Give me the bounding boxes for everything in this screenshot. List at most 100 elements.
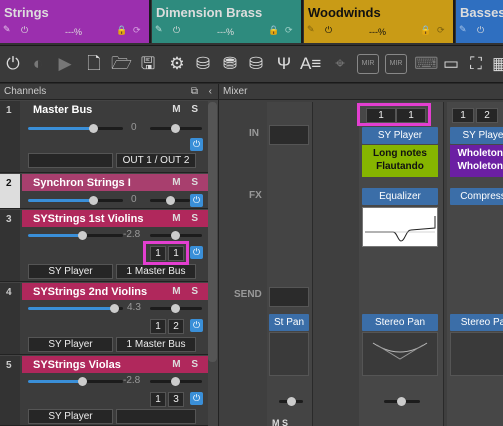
- channel-violas[interactable]: 5 SYStrings Violas M S -2.8 1 3 ⏻ SY Pla…: [0, 356, 208, 426]
- channel-synchron-strings[interactable]: 2 Synchron Strings I M S 0 ⏻: [0, 174, 208, 209]
- volume-slider[interactable]: [28, 377, 123, 386]
- output-field[interactable]: OUT 1 / OUT 2: [116, 153, 196, 168]
- insert-slot[interactable]: [28, 153, 113, 168]
- back-icon[interactable]: ◐: [28, 54, 48, 74]
- lock-icon[interactable]: 🔒: [116, 25, 127, 36]
- pan-slider[interactable]: [150, 304, 202, 313]
- mute-solo[interactable]: M S: [172, 177, 202, 188]
- mir-icon[interactable]: MIR: [357, 54, 379, 74]
- tab-label: Woodwinds: [308, 5, 381, 20]
- mir-x-icon[interactable]: MIR: [385, 54, 407, 74]
- input-1[interactable]: 1: [150, 392, 166, 407]
- player-field[interactable]: SY Player: [28, 409, 113, 424]
- volume-slider[interactable]: [28, 304, 123, 313]
- power-icon[interactable]: ⏻: [190, 246, 203, 259]
- mixer-strip-2: 1 2 SY Playe Wholetone Wholetone Compress…: [447, 102, 503, 426]
- input-1[interactable]: 1: [452, 108, 474, 123]
- fx-label: FX: [249, 190, 262, 201]
- channels-panel: Channels ⧉ ‹ 1 Master Bus M S 0 OUT 1 / …: [0, 84, 218, 426]
- window-icon[interactable]: ▭: [441, 54, 461, 74]
- tab-dimension-brass[interactable]: Dimension Brass ✎ ⏻ ---% 🔒 ⟳: [152, 0, 303, 43]
- new-file-icon[interactable]: 🗋: [84, 54, 104, 74]
- st-pan-knob[interactable]: [269, 332, 309, 376]
- text-a-icon[interactable]: A≡: [300, 54, 321, 74]
- input-2[interactable]: 2: [168, 319, 184, 334]
- pan-slider[interactable]: [150, 231, 202, 240]
- fx-slot[interactable]: Equalizer: [362, 188, 438, 205]
- highlight-box: [357, 103, 431, 126]
- plugin-slot[interactable]: SY Player: [362, 127, 438, 144]
- wrench-icon: ✎: [3, 24, 11, 34]
- bus-field[interactable]: 1 Master Bus: [116, 337, 196, 352]
- power-icon[interactable]: ⏻: [477, 25, 484, 36]
- pan-slot[interactable]: Stereo Pan: [362, 314, 438, 331]
- pan-slider[interactable]: [150, 124, 202, 133]
- db-stack-icon[interactable]: ⛃: [220, 54, 240, 74]
- tuning-fork-icon[interactable]: Ψ: [274, 54, 294, 74]
- mute-solo[interactable]: M S: [172, 104, 202, 115]
- tab-strings[interactable]: Strings ✎ ⏻ ---% 🔒 ⟳: [0, 0, 151, 43]
- play-icon[interactable]: ▶: [55, 54, 75, 74]
- input-slot[interactable]: [269, 125, 309, 145]
- channel-master-bus[interactable]: 1 Master Bus M S 0 OUT 1 / OUT 2 ⏻: [0, 101, 208, 173]
- grid-icon[interactable]: ▦: [490, 54, 503, 74]
- lock-icon[interactable]: 🔒: [268, 25, 279, 36]
- stereo-pan-knob[interactable]: [362, 332, 438, 376]
- power-icon[interactable]: ⏻: [3, 54, 23, 74]
- power-icon[interactable]: ⏻: [190, 319, 203, 332]
- collapse-icon[interactable]: ‹: [209, 84, 212, 100]
- stereo-pan-knob[interactable]: [450, 332, 503, 376]
- input-2[interactable]: 2: [476, 108, 498, 123]
- channel-2nd-violins[interactable]: 4 SYStrings 2nd Violins M S 4.3 1 2 ⏻ SY…: [0, 283, 208, 355]
- input-2[interactable]: 3: [168, 392, 184, 407]
- channels-title: Channels: [4, 86, 47, 97]
- pan-slider[interactable]: [150, 377, 202, 386]
- sync-icon[interactable]: ⟳: [437, 25, 445, 36]
- channel-number: 3: [0, 210, 20, 281]
- player-field[interactable]: SY Player: [28, 337, 113, 352]
- power-icon[interactable]: ⏻: [190, 138, 203, 151]
- keyboard-icon[interactable]: ⌨: [414, 54, 439, 74]
- pan-slider[interactable]: [150, 196, 190, 205]
- mute-solo[interactable]: M S: [172, 286, 202, 297]
- lock-icon[interactable]: 🔒: [420, 25, 431, 36]
- mute-solo[interactable]: M S: [172, 359, 202, 370]
- fx-slot[interactable]: Compress: [450, 188, 503, 205]
- open-folder-icon[interactable]: 🗁: [111, 54, 132, 74]
- strip-fader[interactable]: [384, 397, 420, 406]
- sync-icon[interactable]: ⟳: [285, 25, 293, 36]
- mixer-panel: Mixer IN FX SEND St Pan M S 1 1 SY Playe…: [218, 84, 503, 426]
- volume-slider[interactable]: [28, 231, 123, 240]
- mute-solo[interactable]: M S: [272, 418, 288, 426]
- power-icon[interactable]: ⏻: [173, 25, 180, 36]
- scrollbar[interactable]: [208, 102, 217, 362]
- power-icon[interactable]: ⏻: [325, 25, 332, 36]
- power-icon[interactable]: ⏻: [190, 392, 203, 405]
- power-icon[interactable]: ⏻: [21, 25, 28, 36]
- plugin-slot[interactable]: SY Playe: [450, 127, 503, 144]
- volume-slider[interactable]: [28, 124, 123, 133]
- db-icon[interactable]: ⛁: [193, 54, 213, 74]
- bus-field[interactable]: [116, 409, 196, 424]
- input-1[interactable]: 1: [150, 319, 166, 334]
- crosshair-icon[interactable]: ⌖: [330, 54, 350, 74]
- player-field[interactable]: SY Player: [28, 264, 113, 279]
- bus-field[interactable]: 1 Master Bus: [116, 264, 196, 279]
- send-slot[interactable]: [269, 287, 309, 307]
- mixer-strip-1: 1 1 SY Player Long notes Flautando Equali…: [359, 102, 444, 426]
- pan-slot[interactable]: Stereo Pa: [450, 314, 503, 331]
- patch-line: Flautando: [376, 161, 424, 172]
- power-icon[interactable]: ⏻: [190, 194, 203, 207]
- save-icon[interactable]: 🖫: [138, 54, 158, 74]
- volume-slider[interactable]: [28, 196, 123, 205]
- db-r-icon[interactable]: ⛁: [246, 54, 266, 74]
- sync-icon[interactable]: ⟳: [133, 25, 141, 36]
- detach-icon[interactable]: ⧉: [191, 84, 198, 100]
- tab-woodwinds[interactable]: Woodwinds ✎ ⏻ ---% 🔒 ⟳: [304, 0, 455, 43]
- mute-solo[interactable]: M S: [172, 213, 202, 224]
- settings-icon[interactable]: ⚙: [167, 54, 187, 74]
- tab-basses[interactable]: Basses ✎ ⏻: [456, 0, 503, 43]
- fullscreen-icon[interactable]: ⛶: [466, 54, 486, 74]
- st-pan-slot[interactable]: St Pan: [269, 314, 309, 331]
- master-fader[interactable]: [279, 397, 303, 406]
